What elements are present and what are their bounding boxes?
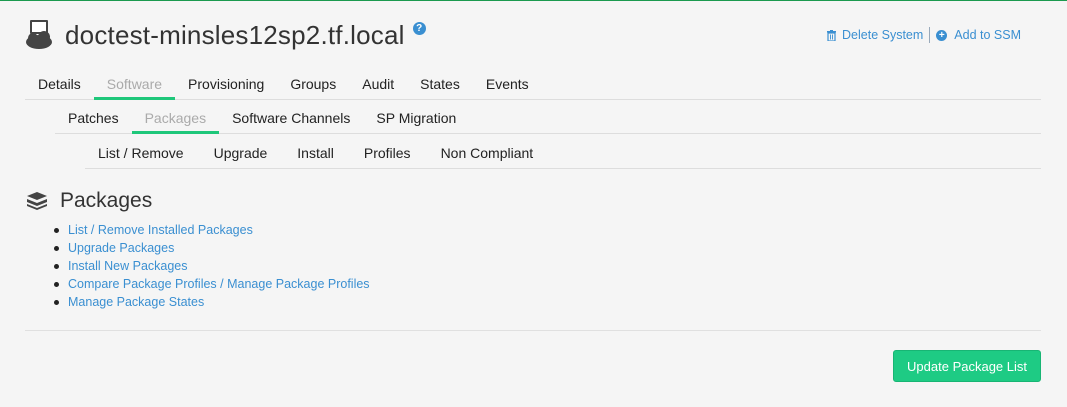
section-divider [25, 330, 1041, 331]
add-to-ssm-label: Add to SSM [954, 28, 1021, 42]
subtab-install[interactable]: Install [284, 138, 351, 168]
add-to-ssm-link[interactable]: + Add to SSM [936, 28, 1021, 42]
section-heading: Packages [26, 189, 370, 213]
list-item: Upgrade Packages [54, 239, 370, 257]
packages-subtabs: List / Remove Upgrade Install Profiles N… [85, 138, 1041, 169]
system-actions: Delete System + Add to SSM [827, 27, 1021, 43]
manage-states-link[interactable]: Manage Package States [68, 293, 204, 311]
tab-provisioning[interactable]: Provisioning [175, 69, 277, 99]
update-package-list-button[interactable]: Update Package List [893, 350, 1041, 382]
list-item: Manage Package States [54, 293, 370, 311]
bullet [54, 245, 59, 251]
subtab-upgrade[interactable]: Upgrade [201, 138, 285, 168]
actions-divider [929, 27, 931, 43]
system-cloud-icon [26, 20, 52, 49]
tab-states[interactable]: States [407, 69, 473, 99]
list-item: Install New Packages [54, 257, 370, 275]
packages-boxes-icon [27, 192, 47, 210]
package-links-list: List / Remove Installed Packages Upgrade… [26, 221, 370, 311]
list-remove-packages-link[interactable]: List / Remove Installed Packages [68, 221, 253, 239]
help-icon[interactable]: ? [412, 21, 426, 35]
tab-software[interactable]: Software [93, 69, 176, 100]
install-packages-link[interactable]: Install New Packages [68, 257, 188, 275]
tab-events[interactable]: Events [473, 69, 542, 99]
list-item: List / Remove Installed Packages [54, 221, 370, 239]
section-title: Packages [60, 189, 153, 212]
page-header: doctest-minsles12sp2.tf.local ? [25, 15, 426, 55]
list-item: Compare Package Profiles / Manage Packag… [54, 275, 370, 293]
bullet [54, 227, 59, 233]
tab-details[interactable]: Details [25, 69, 94, 99]
main-tabs: Details Software Provisioning Groups Aud… [25, 69, 1041, 100]
upgrade-packages-link[interactable]: Upgrade Packages [68, 239, 174, 257]
subtab-list-remove[interactable]: List / Remove [85, 138, 201, 168]
packages-section: Packages List / Remove Installed Package… [26, 189, 370, 311]
compare-profiles-link[interactable]: Compare Package Profiles / Manage Packag… [68, 275, 370, 293]
plus-circle-icon: + [936, 29, 948, 41]
subtab-patches[interactable]: Patches [55, 103, 132, 133]
subtab-sp-migration[interactable]: SP Migration [363, 103, 469, 133]
subtab-packages[interactable]: Packages [131, 103, 220, 134]
bullet [54, 263, 59, 269]
delete-system-link[interactable]: Delete System [827, 28, 923, 42]
software-subtabs: Patches Packages Software Channels SP Mi… [55, 103, 1041, 134]
bullet [54, 299, 59, 305]
subtab-profiles[interactable]: Profiles [351, 138, 428, 168]
bullet [54, 281, 59, 287]
trash-icon [827, 29, 837, 41]
tab-groups[interactable]: Groups [277, 69, 349, 99]
subtab-non-compliant[interactable]: Non Compliant [428, 138, 551, 168]
delete-system-label: Delete System [842, 28, 924, 42]
subtab-software-channels[interactable]: Software Channels [219, 103, 363, 133]
page-title: doctest-minsles12sp2.tf.local [65, 19, 405, 50]
tab-audit[interactable]: Audit [349, 69, 407, 99]
